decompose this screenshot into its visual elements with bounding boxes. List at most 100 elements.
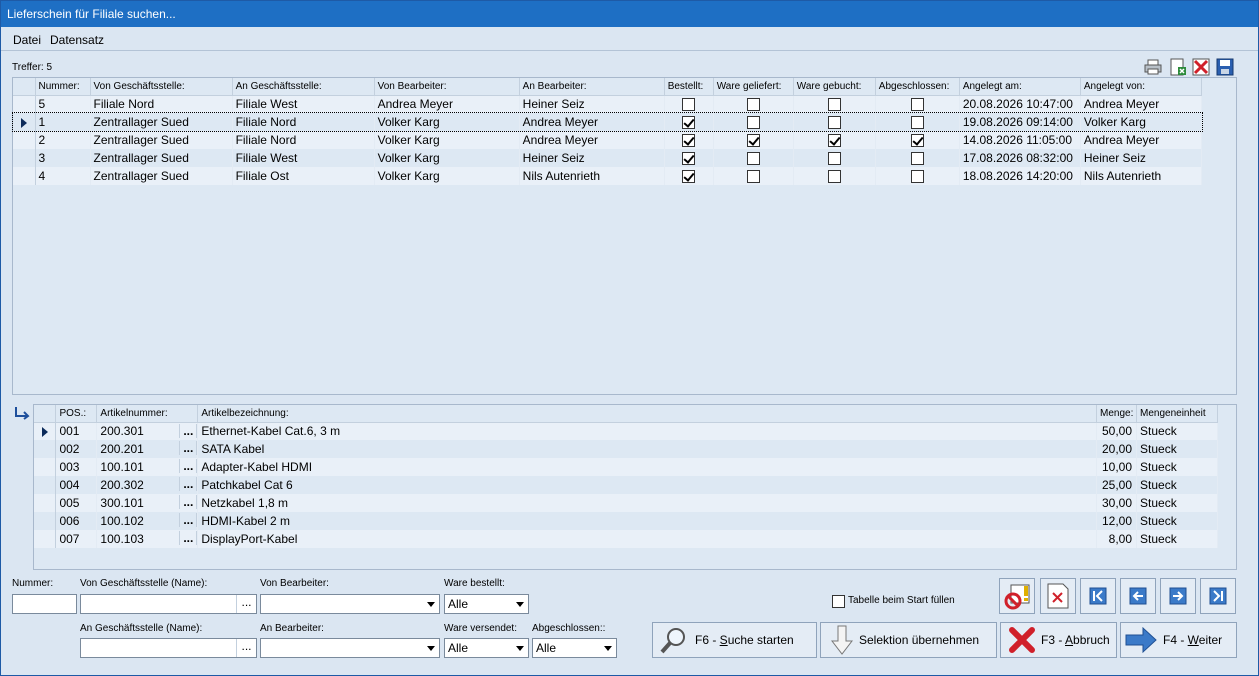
cell-gebucht[interactable] [793, 113, 876, 131]
detail-row-indicator[interactable] [34, 458, 57, 476]
cell-angelegt_am[interactable]: 18.08.2026 14:20:00 [959, 167, 1081, 185]
cell-artikelbezeichnung[interactable]: SATA Kabel [197, 440, 1098, 458]
master-row[interactable]: 5 Filiale Nord Filiale West Andrea Meyer Hei… [13, 95, 1203, 113]
cell-abgeschlossen[interactable] [875, 149, 960, 167]
menu-datei[interactable]: Datei [13, 33, 41, 47]
cell-gebucht[interactable] [793, 167, 876, 185]
filter-an-bearbeiter-dropdown[interactable] [260, 638, 440, 658]
detail-row-indicator[interactable] [34, 422, 57, 440]
nav-next-button[interactable] [1160, 578, 1196, 614]
export-excel-icon[interactable] [1169, 58, 1187, 76]
cell-von_gs[interactable]: Zentrallager Sued [90, 149, 233, 167]
col-abgeschlossen[interactable]: Abgeschlossen: [875, 78, 960, 96]
detail-row-indicator[interactable] [34, 530, 57, 548]
cell-nummer[interactable]: 1 [35, 113, 91, 131]
cell-von_b[interactable]: Andrea Meyer [374, 95, 520, 113]
cell-mengeneinheit[interactable]: Stueck [1136, 422, 1218, 440]
cell-pos[interactable]: 002 [55, 440, 98, 458]
col-von-gs[interactable]: Von Geschäftsstelle: [90, 78, 233, 96]
cell-angelegt_am[interactable]: 14.08.2026 11:05:00 [959, 131, 1081, 149]
abgeschlossen-checkbox[interactable] [910, 134, 924, 148]
cell-an_b[interactable]: Andrea Meyer [519, 131, 665, 149]
cell-mengeneinheit[interactable]: Stueck [1136, 440, 1218, 458]
cell-von_gs[interactable]: Filiale Nord [90, 95, 233, 113]
article-lookup-button[interactable]: ... [179, 423, 197, 438]
filter-ware-bestellt-dropdown[interactable]: Alle [444, 594, 529, 614]
cell-artikelbezeichnung[interactable]: DisplayPort-Kabel [197, 530, 1098, 548]
cell-an_gs[interactable]: Filiale Nord [232, 131, 375, 149]
cell-abgeschlossen[interactable] [875, 167, 960, 185]
abgeschlossen-checkbox[interactable] [910, 116, 924, 130]
cell-artikelnummer[interactable]: 100.103... [96, 530, 199, 548]
detail-row[interactable]: 006 100.102... HDMI-Kabel 2 m 12,00 Stueck [34, 512, 1218, 530]
clear-filter-button[interactable] [999, 578, 1035, 614]
cell-artikelbezeichnung[interactable]: Netzkabel 1,8 m [197, 494, 1098, 512]
col-artikelbezeichnung[interactable]: Artikelbezeichnung: [197, 405, 1098, 423]
gebucht-checkbox[interactable] [827, 116, 841, 130]
bestellt-checkbox[interactable] [682, 152, 696, 166]
cell-von_b[interactable]: Volker Karg [374, 149, 520, 167]
col-ware-geliefert[interactable]: Ware geliefert: [713, 78, 794, 96]
gebucht-checkbox[interactable] [827, 152, 841, 166]
detail-row[interactable]: 002 200.201... SATA Kabel 20,00 Stueck [34, 440, 1218, 458]
cell-an_gs[interactable]: Filiale Ost [232, 167, 375, 185]
cell-menge[interactable]: 20,00 [1096, 440, 1138, 458]
cell-geliefert[interactable] [713, 131, 794, 149]
cell-angelegt_von[interactable]: Volker Karg [1080, 113, 1203, 131]
cell-nummer[interactable]: 2 [35, 131, 91, 149]
cell-nummer[interactable]: 5 [35, 95, 91, 113]
filter-von-gs-input[interactable]: ... [80, 594, 257, 614]
article-lookup-button[interactable]: ... [179, 441, 197, 455]
cell-pos[interactable]: 003 [55, 458, 98, 476]
gebucht-checkbox[interactable] [827, 98, 841, 112]
article-lookup-button[interactable]: ... [179, 459, 197, 473]
cell-artikelnummer[interactable]: 200.201... [96, 440, 199, 458]
article-lookup-button[interactable]: ... [179, 477, 197, 491]
cell-bestellt[interactable] [664, 113, 714, 131]
detail-row[interactable]: 007 100.103... DisplayPort-Kabel 8,00 Stueck [34, 530, 1218, 548]
article-lookup-button[interactable]: ... [179, 513, 197, 527]
cell-an_b[interactable]: Heiner Seiz [519, 149, 665, 167]
cell-gebucht[interactable] [793, 95, 876, 113]
cell-artikelbezeichnung[interactable]: HDMI-Kabel 2 m [197, 512, 1098, 530]
master-row[interactable]: 1 Zentrallager Sued Filiale Nord Volker Kar… [12, 112, 1203, 132]
cell-angelegt_am[interactable]: 19.08.2026 09:14:00 [959, 113, 1081, 131]
cell-menge[interactable]: 25,00 [1096, 476, 1138, 494]
cell-artikelnummer[interactable]: 100.102... [96, 512, 199, 530]
filter-abgeschlossen-dropdown[interactable]: Alle [532, 638, 617, 658]
cell-abgeschlossen[interactable] [875, 131, 960, 149]
delete-record-button[interactable] [1040, 578, 1076, 614]
cell-pos[interactable]: 004 [55, 476, 98, 494]
cell-menge[interactable]: 12,00 [1096, 512, 1138, 530]
col-an-gs[interactable]: An Geschäftsstelle: [232, 78, 375, 96]
cell-von_b[interactable]: Volker Karg [374, 113, 520, 131]
col-mengeneinheit[interactable]: Mengeneinheit [1136, 405, 1218, 423]
cell-abgeschlossen[interactable] [875, 95, 960, 113]
cell-mengeneinheit[interactable]: Stueck [1136, 476, 1218, 494]
cell-angelegt_am[interactable]: 20.08.2026 10:47:00 [959, 95, 1081, 113]
cell-artikelbezeichnung[interactable]: Ethernet-Kabel Cat.6, 3 m [197, 422, 1098, 440]
geliefert-checkbox[interactable] [746, 116, 760, 130]
cell-bestellt[interactable] [664, 149, 714, 167]
filter-von-gs-lookup-button[interactable]: ... [236, 595, 256, 613]
col-pos[interactable]: POS.: [55, 405, 98, 423]
cell-gebucht[interactable] [793, 131, 876, 149]
cell-an_gs[interactable]: Filiale Nord [232, 113, 375, 131]
cell-angelegt_von[interactable]: Andrea Meyer [1080, 95, 1203, 113]
cell-bestellt[interactable] [664, 95, 714, 113]
cell-angelegt_von[interactable]: Andrea Meyer [1080, 131, 1203, 149]
cell-mengeneinheit[interactable]: Stueck [1136, 494, 1218, 512]
bestellt-checkbox[interactable] [682, 98, 696, 112]
cell-menge[interactable]: 30,00 [1096, 494, 1138, 512]
col-menge[interactable]: Menge: [1096, 405, 1138, 423]
cell-geliefert[interactable] [713, 95, 794, 113]
filter-an-gs-lookup-button[interactable]: ... [236, 639, 256, 657]
detail-row[interactable]: 005 300.101... Netzkabel 1,8 m 30,00 Stueck [34, 494, 1218, 512]
col-von-bearbeiter[interactable]: Von Bearbeiter: [374, 78, 520, 96]
cell-angelegt_am[interactable]: 17.08.2026 08:32:00 [959, 149, 1081, 167]
gebucht-checkbox[interactable] [827, 170, 841, 184]
cell-an_gs[interactable]: Filiale West [232, 95, 375, 113]
master-row[interactable]: 3 Zentrallager Sued Filiale West Volker Kar… [13, 149, 1203, 167]
cell-pos[interactable]: 007 [55, 530, 98, 548]
nav-last-button[interactable] [1200, 578, 1236, 614]
